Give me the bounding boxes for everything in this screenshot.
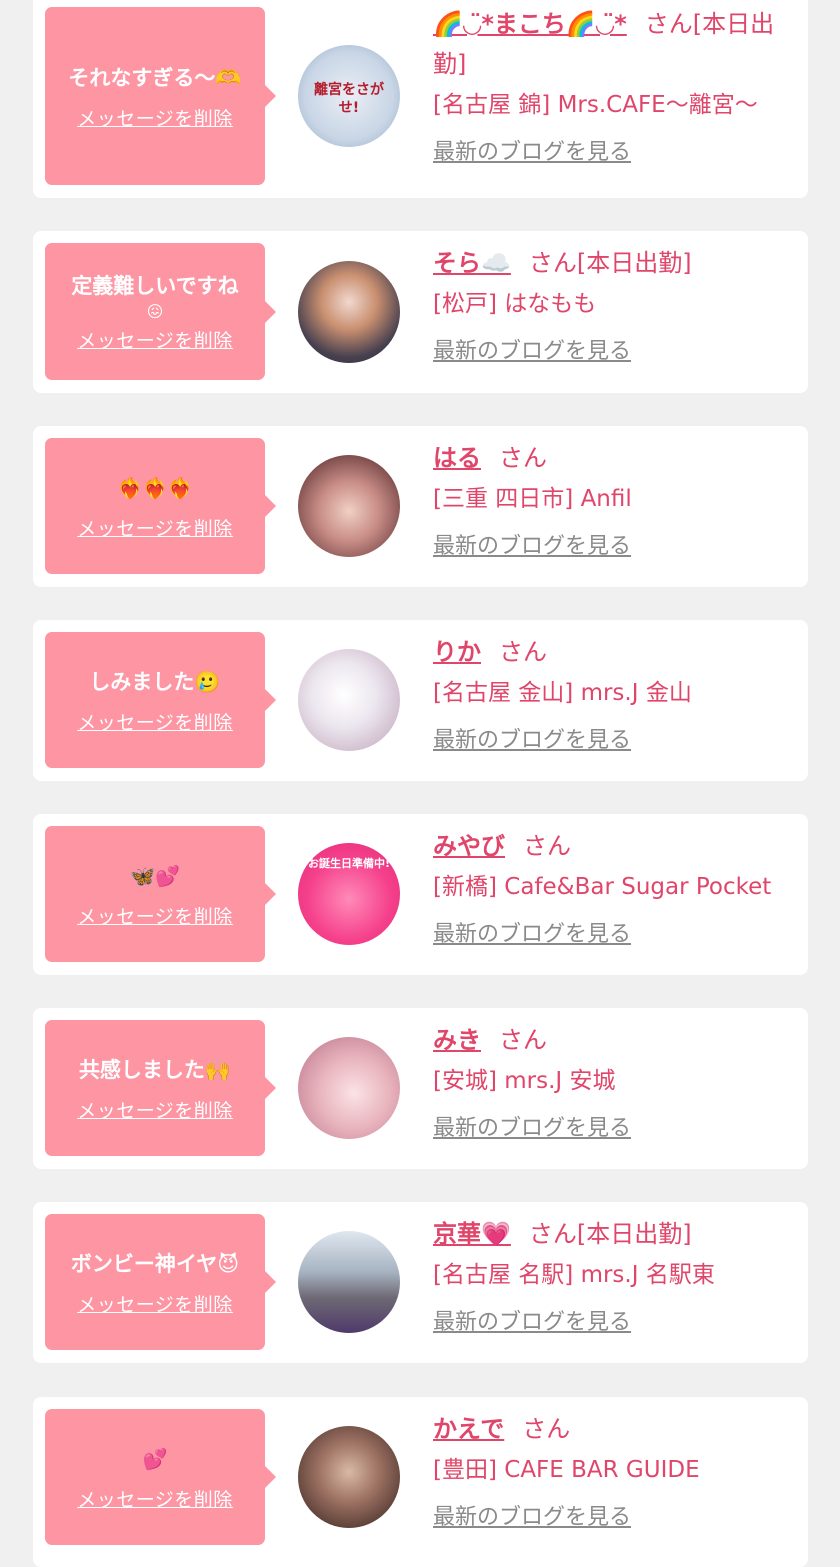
message-bubble: 💕 メッセージを削除 xyxy=(45,1409,276,1545)
cast-info: 京華💗 さん[本日出勤] [名古屋 名駅] mrs.J 名駅東 最新のブログを見る xyxy=(433,1214,793,1336)
delete-message-link[interactable]: メッセージを削除 xyxy=(77,902,233,929)
delete-message-link[interactable]: メッセージを削除 xyxy=(77,1290,233,1317)
cast-name-link[interactable]: はる xyxy=(433,444,481,472)
latest-blog-link[interactable]: 最新のブログを見る xyxy=(433,1110,793,1142)
cast-name-link[interactable]: かえで xyxy=(433,1415,504,1443)
message-bubble: 共感しました🙌 メッセージを削除 xyxy=(45,1020,276,1156)
message-text: 💕 xyxy=(142,1446,168,1471)
shop-name: [三重 四日市] Anfil xyxy=(433,486,632,512)
message-bubble: 🦋💕 メッセージを削除 xyxy=(45,826,276,962)
message-bubble: それなすぎる〜🫶 メッセージを削除 xyxy=(45,7,276,185)
cast-info: かえで さん [豊田] CAFE BAR GUIDE 最新のブログを見る xyxy=(433,1409,793,1531)
message-card: 共感しました🙌 メッセージを削除 みき さん [安城] mrs.J 安城 最新のブ… xyxy=(33,1008,808,1169)
delete-message-link[interactable]: メッセージを削除 xyxy=(77,326,233,353)
shop-name: [安城] mrs.J 安城 xyxy=(433,1068,616,1094)
latest-blog-link[interactable]: 最新のブログを見る xyxy=(433,528,793,560)
avatar[interactable]: お誕生日準備中! xyxy=(298,843,400,945)
avatar[interactable] xyxy=(298,649,400,751)
message-text: 定義難しいですね 😖 xyxy=(71,274,239,321)
avatar[interactable] xyxy=(298,1037,400,1139)
message-text: ボンビー神イヤ😈 xyxy=(70,1251,240,1276)
cast-info: そら☁️ さん[本日出勤] [松戸] はなもも 最新のブログを見る xyxy=(433,243,793,365)
cast-info: みき さん [安城] mrs.J 安城 最新のブログを見る xyxy=(433,1020,793,1142)
message-card: それなすぎる〜🫶 メッセージを削除 離宮をさがせ! 🌈◡̈*まこち🌈◡̈* さん [… xyxy=(33,0,808,198)
honorific: さん xyxy=(522,1415,571,1443)
latest-blog-link[interactable]: 最新のブログを見る xyxy=(433,722,793,754)
honorific: さん xyxy=(528,249,577,277)
cast-name-link[interactable]: みやび xyxy=(433,832,505,860)
message-text: 共感しました🙌 xyxy=(78,1057,232,1082)
shop-name: [名古屋 名駅] mrs.J 名駅東 xyxy=(433,1262,715,1288)
cast-name-link[interactable]: 京華💗 xyxy=(433,1220,511,1248)
message-text: ❤️‍🔥❤️‍🔥❤️‍🔥 xyxy=(117,475,193,500)
avatar-caption: お誕生日準備中! xyxy=(307,857,391,870)
honorific: さん xyxy=(644,10,693,38)
avatar[interactable] xyxy=(298,455,400,557)
message-card: ❤️‍🔥❤️‍🔥❤️‍🔥 メッセージを削除 はる さん [三重 四日市] Anfi… xyxy=(33,426,808,587)
cast-name-link[interactable]: 🌈◡̈*まこち🌈◡̈* xyxy=(433,10,627,38)
latest-blog-link[interactable]: 最新のブログを見る xyxy=(433,916,793,948)
cast-name-link[interactable]: りか xyxy=(433,638,481,666)
latest-blog-link[interactable]: 最新のブログを見る xyxy=(433,134,793,166)
message-bubble: ボンビー神イヤ😈 メッセージを削除 xyxy=(45,1214,276,1350)
avatar[interactable]: 離宮をさがせ! xyxy=(298,45,400,147)
honorific: さん xyxy=(499,638,547,666)
message-card: 定義難しいですね 😖 メッセージを削除 そら☁️ さん[本日出勤] [松戸] はなも… xyxy=(33,231,808,393)
delete-message-link[interactable]: メッセージを削除 xyxy=(77,1485,233,1512)
avatar-caption: 離宮をさがせ! xyxy=(314,82,384,116)
honorific: さん xyxy=(499,1026,547,1054)
message-text: しみました🥲 xyxy=(89,669,221,694)
cast-info: みやび さん [新橋] Cafe&Bar Sugar Pocket 最新のブログを… xyxy=(433,826,793,948)
message-card: ボンビー神イヤ😈 メッセージを削除 京華💗 さん[本日出勤] [名古屋 名駅] m… xyxy=(33,1202,808,1363)
latest-blog-link[interactable]: 最新のブログを見る xyxy=(433,333,793,365)
message-bubble: しみました🥲 メッセージを削除 xyxy=(45,632,276,768)
avatar[interactable] xyxy=(298,1231,400,1333)
delete-message-link[interactable]: メッセージを削除 xyxy=(77,708,233,735)
message-text: それなすぎる〜🫶 xyxy=(68,65,242,90)
cast-name-link[interactable]: みき xyxy=(433,1026,481,1054)
shop-name: [名古屋 錦] Mrs.CAFE〜離宮〜 xyxy=(433,92,758,118)
message-card: 🦋💕 メッセージを削除 お誕生日準備中! みやび さん [新橋] Cafe&Bar… xyxy=(33,814,808,975)
avatar[interactable] xyxy=(298,261,400,363)
message-emoji: 😖 xyxy=(146,302,164,321)
cast-info: 🌈◡̈*まこち🌈◡̈* さん[本日出勤] [名古屋 錦] Mrs.CAFE〜離宮〜… xyxy=(433,4,793,166)
message-bubble: 定義難しいですね 😖 メッセージを削除 xyxy=(45,243,276,380)
cast-name-link[interactable]: そら☁️ xyxy=(433,249,511,277)
latest-blog-link[interactable]: 最新のブログを見る xyxy=(433,1304,793,1336)
message-card: 💕 メッセージを削除 かえで さん [豊田] CAFE BAR GUIDE 最新の… xyxy=(33,1397,808,1567)
avatar[interactable] xyxy=(298,1426,400,1528)
shop-name: [新橋] Cafe&Bar Sugar Pocket xyxy=(433,874,772,900)
shop-name: [豊田] CAFE BAR GUIDE xyxy=(433,1457,700,1483)
shop-name: [名古屋 金山] mrs.J 金山 xyxy=(433,680,692,706)
honorific: さん xyxy=(523,832,571,860)
work-status: [本日出勤] xyxy=(576,249,692,277)
cast-info: はる さん [三重 四日市] Anfil 最新のブログを見る xyxy=(433,438,793,560)
delete-message-link[interactable]: メッセージを削除 xyxy=(77,104,233,131)
cast-info: りか さん [名古屋 金山] mrs.J 金山 最新のブログを見る xyxy=(433,632,793,754)
honorific: さん xyxy=(499,444,547,472)
latest-blog-link[interactable]: 最新のブログを見る xyxy=(433,1499,793,1531)
delete-message-link[interactable]: メッセージを削除 xyxy=(77,1096,233,1123)
shop-name: [松戸] はなもも xyxy=(433,291,597,317)
work-status: [本日出勤] xyxy=(576,1220,692,1248)
honorific: さん xyxy=(528,1220,577,1248)
delete-message-link[interactable]: メッセージを削除 xyxy=(77,514,233,541)
message-text: 🦋💕 xyxy=(130,863,180,888)
message-bubble: ❤️‍🔥❤️‍🔥❤️‍🔥 メッセージを削除 xyxy=(45,438,276,574)
message-card: しみました🥲 メッセージを削除 りか さん [名古屋 金山] mrs.J 金山 最… xyxy=(33,620,808,781)
